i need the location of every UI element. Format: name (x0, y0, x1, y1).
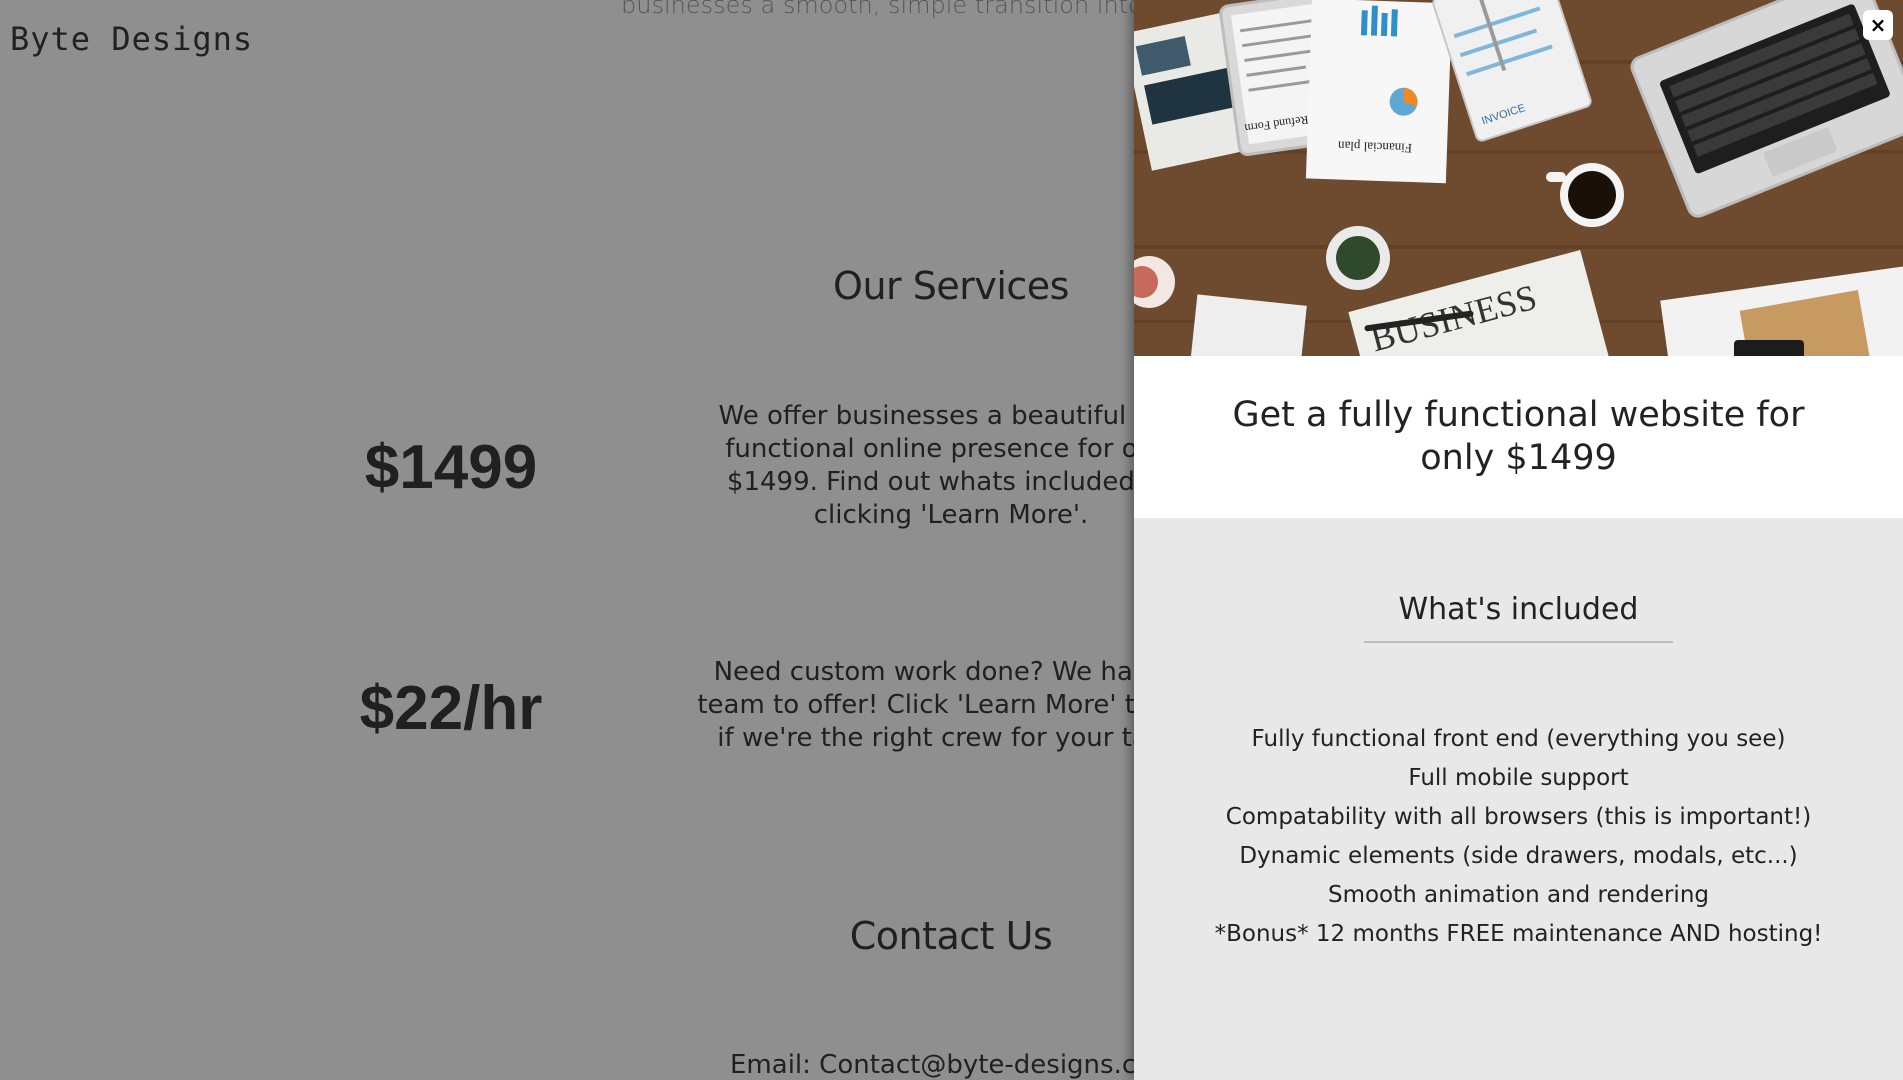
offer-banner: Get a fully functional website for only … (1134, 356, 1903, 518)
features-list: Fully functional front end (everything y… (1154, 720, 1883, 954)
hero-image: Tax Refund Form Financial plan INVOICE B… (1134, 0, 1903, 356)
feature-item: Full mobile support (1408, 765, 1629, 791)
desk-illustration: Tax Refund Form Financial plan INVOICE B… (1134, 0, 1903, 356)
feature-item: Dynamic elements (side drawers, modals, … (1239, 843, 1798, 869)
feature-item: *Bonus* 12 months FREE maintenance AND h… (1214, 921, 1823, 947)
whats-included-title: What's included (1364, 592, 1673, 643)
feature-item: Smooth animation and rendering (1327, 882, 1710, 908)
feature-item: Fully functional front end (everything y… (1251, 726, 1786, 752)
side-drawer: Tax Refund Form Financial plan INVOICE B… (1134, 0, 1903, 1080)
feature-item: Compatability with all browsers (this is… (1225, 804, 1812, 830)
close-drawer-button[interactable]: × (1863, 10, 1893, 40)
financial-plan-text: Financial plan (1337, 138, 1412, 156)
offer-headline: Get a fully functional website for only … (1232, 395, 1805, 478)
